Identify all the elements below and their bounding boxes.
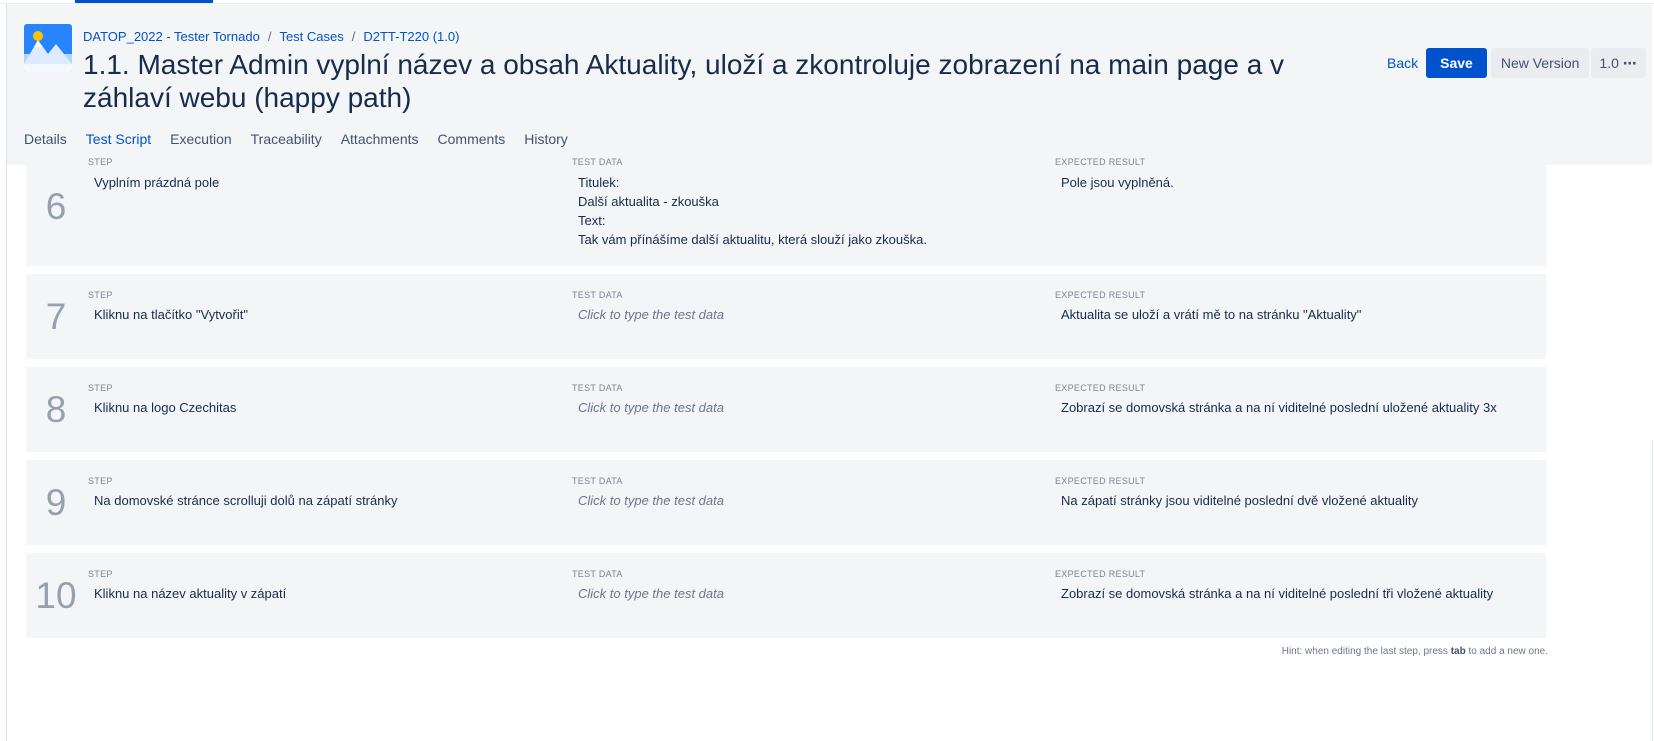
hint-suffix: to add a new one. <box>1468 646 1548 657</box>
step-description[interactable]: Kliknu na tlačítko "Vytvořit" <box>94 305 564 324</box>
test-data-column-label: Test Data <box>572 157 623 167</box>
save-button[interactable]: Save <box>1426 48 1487 78</box>
header-actions: Back Save New Version 1.0 ⋯ <box>1387 48 1646 78</box>
step-number: 9 <box>45 482 67 523</box>
step-description[interactable]: Kliknu na název aktuality v zápatí <box>94 584 564 603</box>
expected-result-column-label: Expected Result <box>1055 157 1146 167</box>
top-nav-indicator <box>75 0 213 3</box>
version-menu-button[interactable]: 1.0 ⋯ <box>1591 48 1646 78</box>
expected-result-column-label: Expected Result <box>1055 290 1146 300</box>
more-options-icon: ⋯ <box>1622 54 1638 71</box>
step-description[interactable]: Kliknu na logo Czechitas <box>94 398 564 417</box>
test-data-column-label: Test Data <box>572 476 623 486</box>
test-data-placeholder[interactable]: Click to type the test data <box>578 305 1048 324</box>
test-data-field[interactable]: Titulek: Další aktualita - zkouška Text:… <box>578 173 1048 249</box>
hint-key: tab <box>1450 646 1466 657</box>
back-button[interactable]: Back <box>1387 55 1418 71</box>
page-header: DATOP_2022 - Tester Tornado / Test Cases / D… <box>7 4 1652 165</box>
breadcrumb-item-link[interactable]: D2TT-T220 (1.0) <box>363 29 459 44</box>
expected-result-field[interactable]: Zobrazí se domovská stránka a na ní vidi… <box>1061 398 1541 417</box>
expected-result-field[interactable]: Zobrazí se domovská stránka a na ní vidi… <box>1061 584 1541 603</box>
right-edge-divider <box>1652 440 1653 741</box>
test-data-column-label: Test Data <box>572 569 623 579</box>
breadcrumb-separator: / <box>351 29 356 44</box>
new-version-button[interactable]: New Version <box>1490 48 1590 78</box>
page-title: 1.1. Master Admin vyplní název a obsah A… <box>83 49 1285 113</box>
step-column-label: Step <box>88 290 113 300</box>
step-column-label: Step <box>88 383 113 393</box>
step-number: 8 <box>45 389 67 430</box>
test-data-line: Tak vám přínášíme další aktualitu, která… <box>578 232 927 247</box>
expected-result-field[interactable]: Pole jsou vyplněná. <box>1061 173 1541 192</box>
breadcrumb-test-cases-link[interactable]: Test Cases <box>279 29 343 44</box>
test-data-placeholder[interactable]: Click to type the test data <box>578 491 1048 510</box>
expected-result-column-label: Expected Result <box>1055 476 1146 486</box>
step-row[interactable]: 10 Step Kliknu na název aktuality v zápa… <box>26 553 1546 638</box>
step-number: 10 <box>35 575 77 616</box>
test-data-placeholder[interactable]: Click to type the test data <box>578 584 1048 603</box>
test-script-steps: 6 Step Vyplním prázdná pole Test Data Ti… <box>26 152 1546 646</box>
step-row[interactable]: 6 Step Vyplním prázdná pole Test Data Ti… <box>26 152 1546 266</box>
expected-result-column-label: Expected Result <box>1055 383 1146 393</box>
step-description[interactable]: Vyplním prázdná pole <box>94 173 564 192</box>
version-label: 1.0 <box>1599 55 1619 71</box>
test-data-placeholder[interactable]: Click to type the test data <box>578 398 1048 417</box>
test-data-line: Titulek: <box>578 175 620 190</box>
step-number: 7 <box>45 296 67 337</box>
step-number: 6 <box>45 186 67 227</box>
step-column-label: Step <box>88 157 113 167</box>
test-data-column-label: Test Data <box>572 383 623 393</box>
test-data-line: Další aktualita - zkouška <box>578 194 719 209</box>
expected-result-column-label: Expected Result <box>1055 569 1146 579</box>
step-row[interactable]: 8 Step Kliknu na logo Czechitas Test Dat… <box>26 367 1546 452</box>
step-column-label: Step <box>88 569 113 579</box>
expected-result-field[interactable]: Na zápatí stránky jsou viditelné posledn… <box>1061 491 1541 510</box>
test-data-line: Text: <box>578 213 606 228</box>
breadcrumb: DATOP_2022 - Tester Tornado / Test Cases / D… <box>83 29 459 44</box>
step-row[interactable]: 7 Step Kliknu na tlačítko "Vytvořit" Tes… <box>26 274 1546 359</box>
project-avatar-icon[interactable] <box>24 24 72 72</box>
editing-hint: Hint: when editing the last step, press … <box>1282 646 1548 657</box>
step-row[interactable]: 9 Step Na domovské stránce scrolluji dol… <box>26 460 1546 545</box>
breadcrumb-project-link[interactable]: DATOP_2022 - Tester Tornado <box>83 29 260 44</box>
step-description[interactable]: Na domovské stránce scrolluji dolů na zá… <box>94 491 564 510</box>
expected-result-field[interactable]: Aktualita se uloží a vrátí mě to na strá… <box>1061 305 1541 324</box>
breadcrumb-separator: / <box>267 29 272 44</box>
test-data-column-label: Test Data <box>572 290 623 300</box>
hint-prefix: Hint: when editing the last step, press <box>1281 646 1448 657</box>
step-column-label: Step <box>88 476 113 486</box>
